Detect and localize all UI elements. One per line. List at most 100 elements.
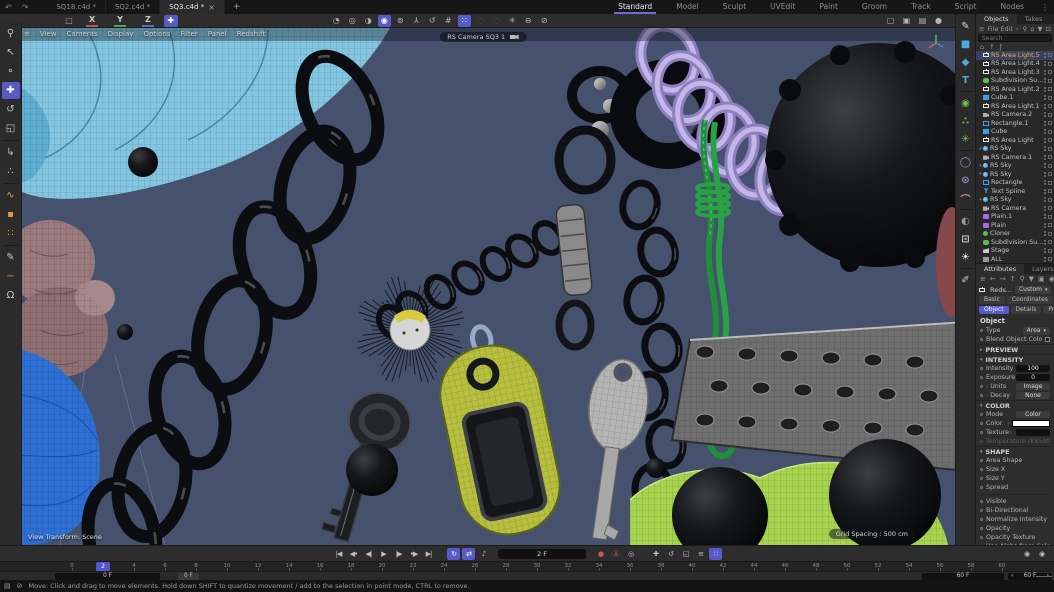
visibility-dots[interactable] [1044, 206, 1046, 211]
field-object-icon[interactable]: ⊙ [957, 172, 974, 188]
goto-end-button[interactable]: ▶| [422, 548, 435, 560]
volume-builder-icon[interactable]: ◐ [957, 213, 974, 229]
material-sphere-icon[interactable]: ● [932, 15, 945, 27]
render-dot[interactable] [1044, 56, 1046, 58]
attribute-value[interactable]: None [1016, 392, 1050, 399]
editor-dot[interactable] [1044, 257, 1046, 259]
render-dot[interactable] [1044, 183, 1046, 185]
object-row[interactable]: RS Area Light.5 [976, 51, 1054, 60]
object-row[interactable]: Subdivision Surface [976, 238, 1054, 247]
enable-toggle[interactable] [1048, 240, 1052, 244]
object-row[interactable]: RS Area Light.1 [976, 102, 1054, 111]
editor-dot[interactable] [1044, 104, 1046, 106]
workspace-tab-uvedit[interactable]: UVEdit [758, 0, 807, 14]
render-dot[interactable] [1044, 226, 1046, 228]
object-row[interactable]: TText Spline [976, 187, 1054, 196]
viewport-filter-icon[interactable]: ✳ [506, 15, 519, 27]
viewport-menu-view[interactable]: View [40, 30, 57, 38]
object-row[interactable]: RS Area Light.3 [976, 68, 1054, 77]
enable-toggle[interactable] [1048, 172, 1052, 176]
magnet-tool-icon[interactable]: Ω [2, 287, 20, 304]
render-dot[interactable] [1044, 98, 1046, 100]
redo-icon[interactable]: ↷ [17, 3, 34, 12]
dim-toggle-1-icon[interactable]: ◌ [474, 15, 487, 27]
visibility-dots[interactable] [1044, 257, 1046, 262]
render-dot[interactable] [1044, 158, 1046, 160]
object-row[interactable]: Cube.1 [976, 94, 1054, 103]
toggle-tweak-icon[interactable]: ◔ [330, 15, 343, 27]
attribute-value[interactable]: Image [1016, 383, 1050, 390]
enable-toggle[interactable] [1048, 181, 1052, 185]
visibility-dots[interactable] [1044, 53, 1046, 58]
editor-dot[interactable] [1044, 95, 1046, 97]
visibility-dots[interactable] [1044, 214, 1046, 219]
menu-icon[interactable]: ≡ [980, 275, 986, 283]
editor-dot[interactable] [1044, 146, 1046, 148]
render-dot[interactable] [1044, 217, 1046, 219]
enable-toggle[interactable] [1048, 130, 1052, 134]
type-dropdown[interactable]: Area▾ [1023, 327, 1050, 335]
render-dot[interactable] [1044, 73, 1046, 75]
filter-icon[interactable]: ▼ [1029, 275, 1034, 283]
anim-dot[interactable] [980, 440, 983, 443]
document-tab[interactable]: SQ3.c4d *× [160, 0, 225, 14]
viewport-menu-redshift[interactable]: Redshift [237, 30, 265, 38]
viewport-menu-panel[interactable]: Panel [208, 30, 227, 38]
tab-objects[interactable]: Objects [976, 14, 1017, 24]
object-row[interactable]: RS Camera.1 [976, 153, 1054, 162]
render-dot[interactable] [1044, 64, 1046, 66]
zoom-tool-icon[interactable]: ⚲ [2, 25, 20, 42]
visibility-dots[interactable] [1044, 146, 1046, 151]
workspace-tab-groom[interactable]: Groom [850, 0, 899, 14]
render-dot[interactable] [1044, 166, 1046, 168]
new-tab-button[interactable]: + [225, 2, 249, 12]
visibility-dots[interactable] [1044, 189, 1046, 194]
object-row[interactable]: +RS Sky [976, 196, 1054, 205]
render-dot[interactable] [1044, 149, 1046, 151]
render-settings-icon[interactable]: ▤ [916, 15, 929, 27]
loop-mode-button[interactable]: ↻ [447, 548, 460, 560]
chevron-right-icon[interactable]: › [986, 384, 988, 390]
dim-toggle-2-icon[interactable]: ◌ [490, 15, 503, 27]
object-row[interactable]: +RS Sky [976, 170, 1054, 179]
anim-dot[interactable] [980, 518, 983, 521]
axis-lock-icon[interactable]: ✚ [164, 15, 178, 27]
viewport-menu-icon[interactable]: ≡ [24, 30, 30, 38]
timeline-end-field[interactable]: 60 F [922, 573, 1004, 580]
target-icon[interactable]: ◉ [1049, 275, 1054, 283]
object-row[interactable]: Cloner [976, 230, 1054, 239]
autokey-button[interactable]: Ⓐ [609, 548, 622, 560]
camera-object-icon[interactable]: ⊡ [957, 231, 974, 247]
play-button[interactable]: ▶ [377, 548, 390, 560]
render-dot[interactable] [1044, 175, 1046, 177]
document-tab[interactable]: SQ2.c4d * [106, 0, 160, 14]
camera-label[interactable]: RS Camera SQ3 1 [439, 32, 527, 42]
enable-toggle[interactable] [1048, 62, 1052, 66]
toggle-isolate-icon[interactable]: ◎ [346, 15, 359, 27]
workspace-tab-track[interactable]: Track [899, 0, 943, 14]
render-dot[interactable] [1044, 81, 1046, 83]
attr-tab-basic[interactable]: Basic [979, 296, 1005, 304]
key-pla-button[interactable]: ∷ [709, 548, 722, 560]
visibility-dots[interactable] [1044, 104, 1046, 109]
editor-dot[interactable] [1044, 155, 1046, 157]
attribute-value[interactable]: Color [1016, 411, 1050, 418]
enable-toggle[interactable] [1048, 232, 1052, 236]
render-dot[interactable] [1044, 90, 1046, 92]
visibility-dots[interactable] [1044, 223, 1046, 228]
editor-dot[interactable] [1044, 197, 1046, 199]
lock-icon[interactable]: ▣ [1038, 275, 1045, 283]
render-dot[interactable] [1044, 107, 1046, 109]
search-icon[interactable]: ⚲ [1020, 275, 1025, 283]
editor-dot[interactable] [1044, 240, 1046, 242]
timeline-start-field[interactable]: 0 F [55, 573, 160, 580]
key-position-button[interactable]: ✚ [649, 548, 662, 560]
editor-dot[interactable] [1044, 121, 1046, 123]
volume-primitive-icon[interactable]: ◆ [957, 54, 974, 70]
spline-arc-tool-icon[interactable]: ∿ [2, 187, 20, 204]
undo-icon[interactable]: ↶ [0, 3, 17, 12]
attribute-value[interactable] [1016, 429, 1050, 436]
render-dot[interactable] [1044, 209, 1046, 211]
editor-dot[interactable] [1044, 231, 1046, 233]
spline-pen-icon[interactable]: ✎ [957, 18, 974, 34]
